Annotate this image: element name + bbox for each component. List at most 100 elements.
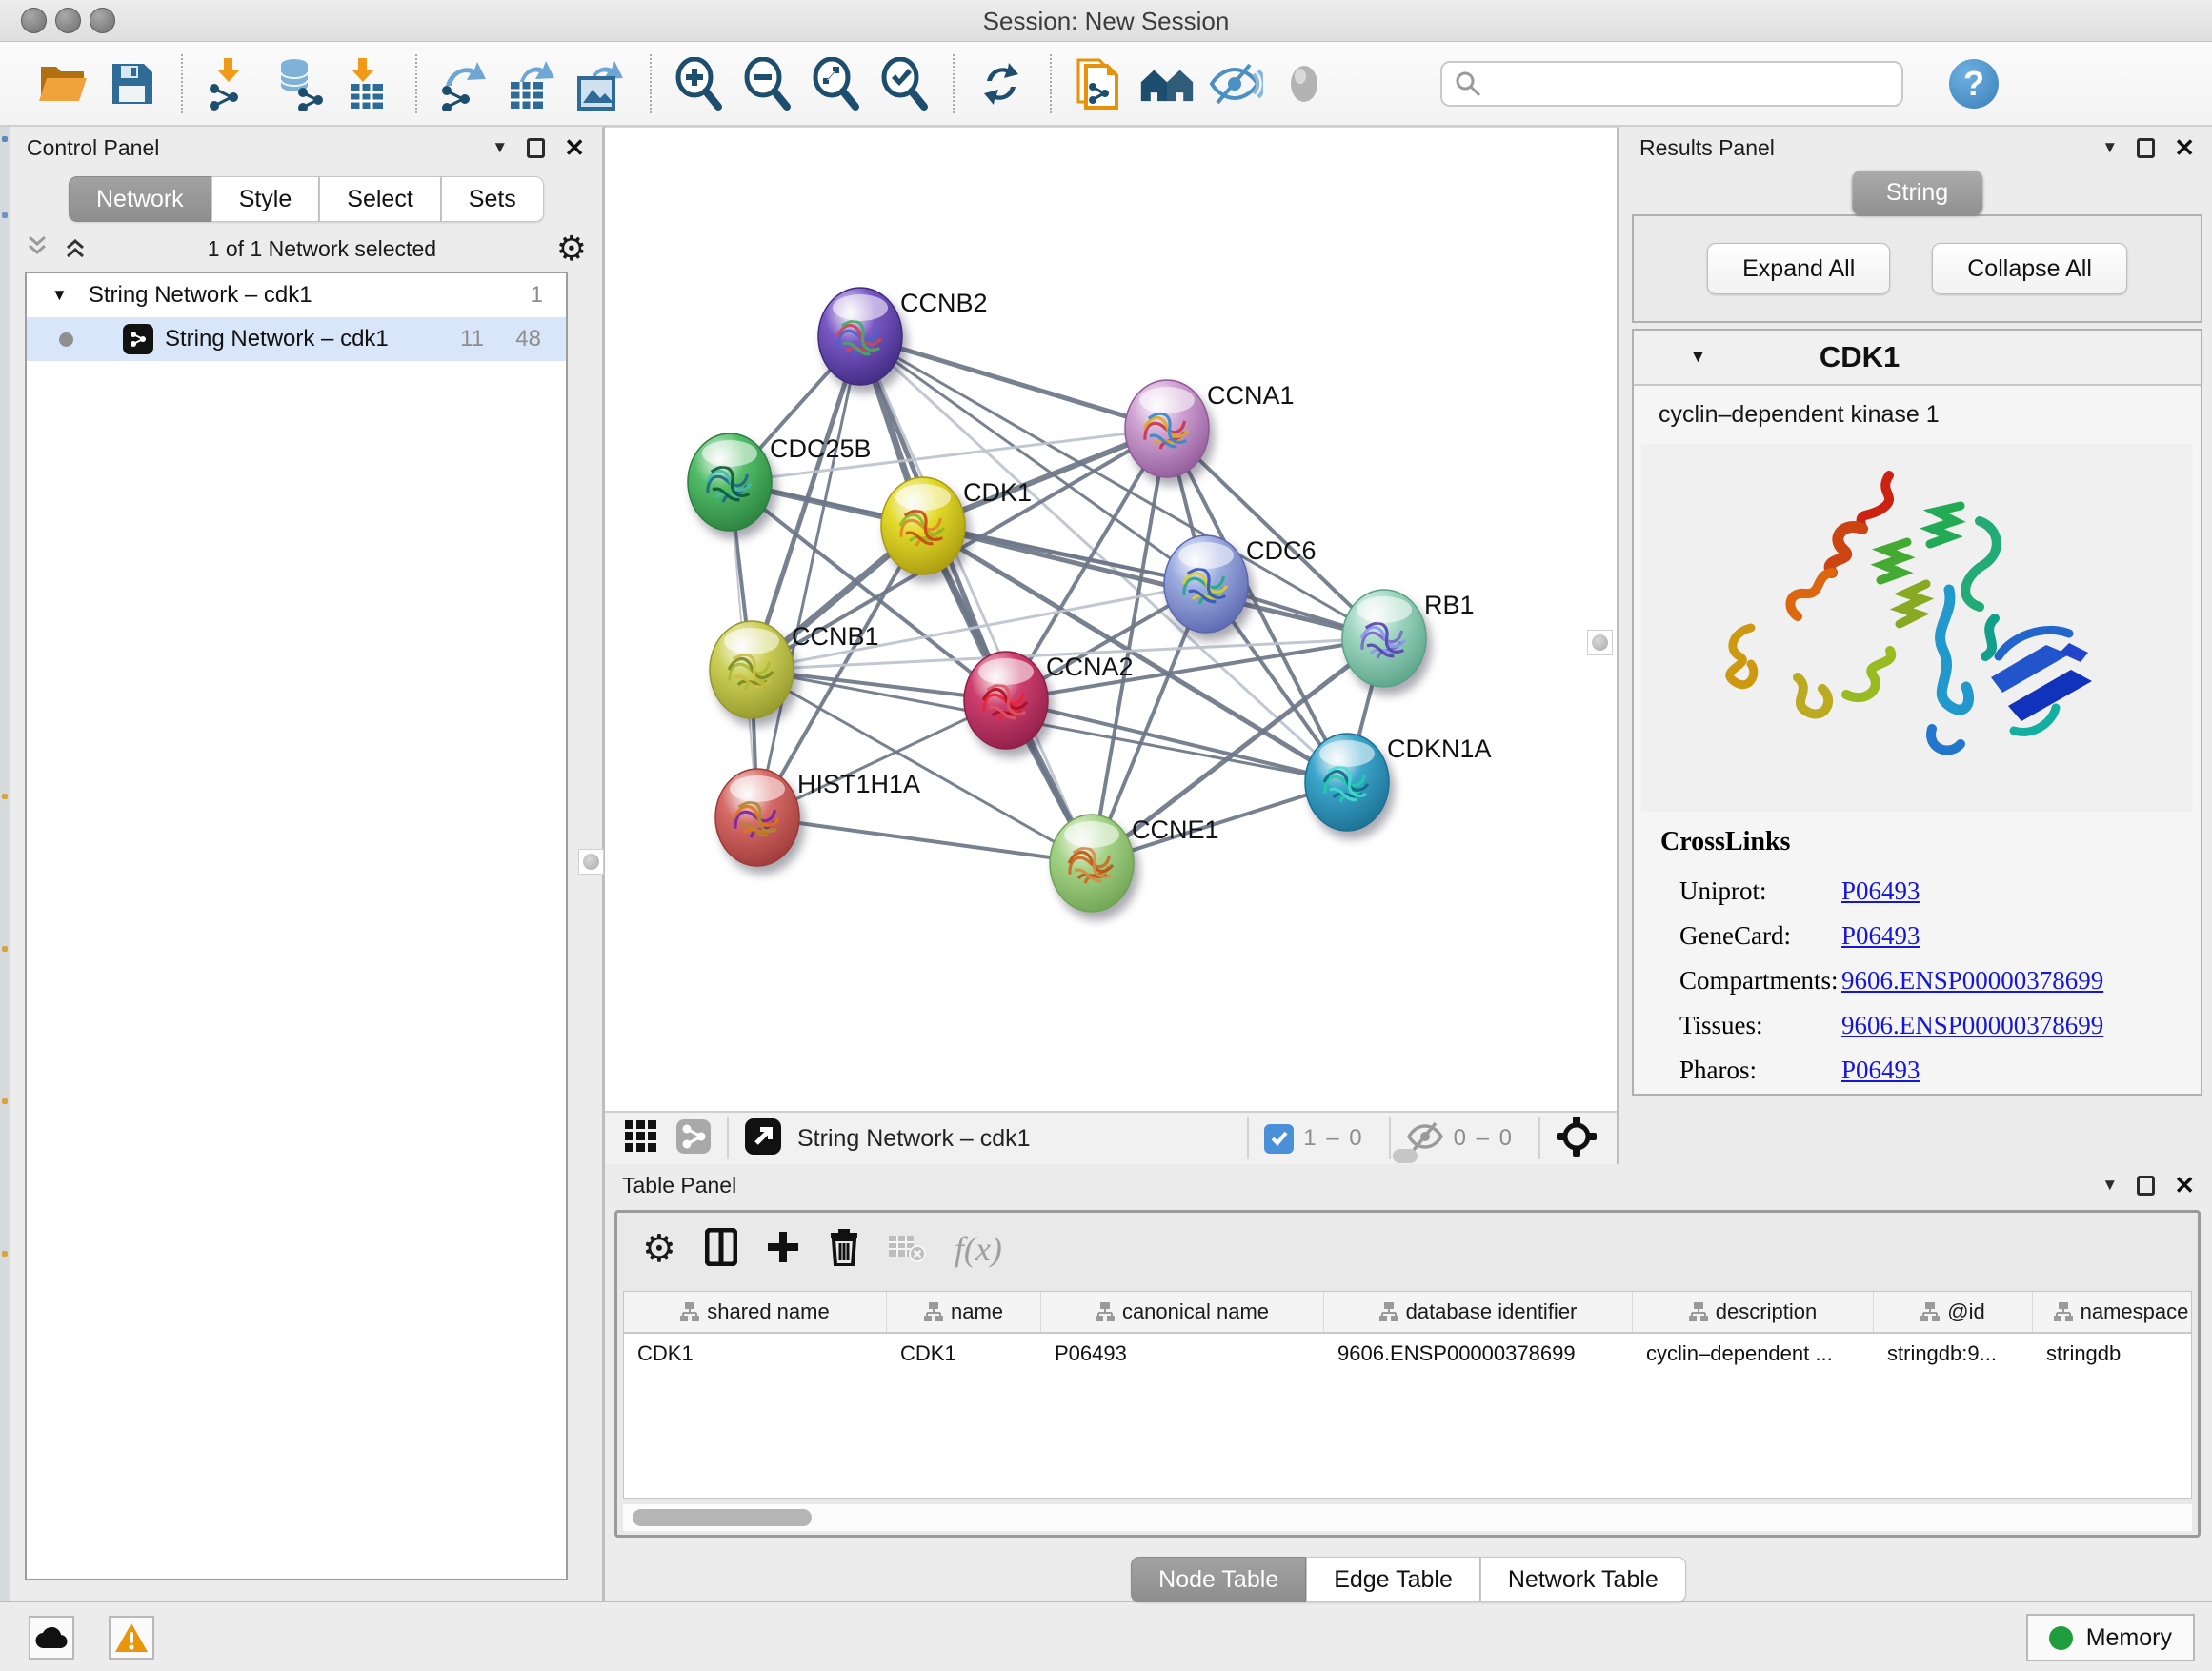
import-network-database-icon[interactable] xyxy=(271,56,326,111)
horizontal-splitter-handle[interactable] xyxy=(1393,1149,1418,1163)
column-header-shared-name[interactable]: shared name xyxy=(624,1292,887,1332)
export-image-icon[interactable] xyxy=(573,56,629,111)
export-table-icon[interactable] xyxy=(505,56,560,111)
gene-header-row[interactable]: ▼ CDK1 xyxy=(1634,331,2201,386)
column-header--id[interactable]: @id xyxy=(1874,1292,2033,1332)
warnings-button[interactable] xyxy=(109,1616,154,1660)
zoom-out-icon[interactable] xyxy=(739,56,794,111)
tab-edge-table[interactable]: Edge Table xyxy=(1306,1557,1480,1602)
import-table-icon[interactable] xyxy=(339,56,394,111)
expand-all-button[interactable]: Expand All xyxy=(1707,243,1890,294)
tab-network[interactable]: Network xyxy=(69,176,211,222)
scrollbar-thumb[interactable] xyxy=(633,1509,812,1526)
open-session-icon[interactable] xyxy=(36,56,91,111)
tab-network-table[interactable]: Network Table xyxy=(1480,1557,1686,1602)
network-view-mode-icon[interactable] xyxy=(675,1118,712,1159)
crosslink-compartments-link[interactable]: 9606.ENSP00000378699 xyxy=(1841,966,2103,996)
network-row[interactable]: String Network – cdk1 11 48 xyxy=(27,317,566,361)
column-header-name[interactable]: name xyxy=(887,1292,1041,1332)
right-splitter-handle[interactable] xyxy=(1587,630,1613,655)
node-table[interactable]: shared namenamecanonical namedatabase id… xyxy=(623,1291,2192,1499)
delete-column-icon[interactable] xyxy=(829,1228,859,1271)
table-cell[interactable]: stringdb:9... xyxy=(1874,1334,2033,1374)
table-cell[interactable]: CDK1 xyxy=(887,1334,1041,1374)
import-network-icon[interactable] xyxy=(202,56,257,111)
network-edge-count: 48 xyxy=(515,326,541,352)
maximize-panel-icon[interactable] xyxy=(2137,1176,2155,1196)
edge-CCNB2-HIST1H1A[interactable] xyxy=(757,336,860,817)
node-CCNB1[interactable] xyxy=(710,621,794,718)
column-header-namespace[interactable]: namespace xyxy=(2033,1292,2192,1332)
edge-HIST1H1A-CCNE1[interactable] xyxy=(757,817,1092,863)
table-options-gear-icon[interactable]: ⚙ xyxy=(642,1230,676,1268)
table-row[interactable]: CDK1CDK1P064939606.ENSP00000378699cyclin… xyxy=(624,1334,2191,1374)
node-CDKN1A[interactable] xyxy=(1305,734,1389,831)
node-CDK1[interactable] xyxy=(881,477,965,574)
table-horizontal-scrollbar[interactable] xyxy=(623,1504,2192,1531)
network-options-gear-icon[interactable]: ⚙ xyxy=(556,232,587,266)
refresh-view-icon[interactable] xyxy=(974,56,1029,111)
share-document-icon[interactable] xyxy=(1071,56,1126,111)
zoom-fit-icon[interactable] xyxy=(808,56,863,111)
column-header-database-identifier[interactable]: database identifier xyxy=(1324,1292,1633,1332)
node-RB1[interactable] xyxy=(1342,590,1426,687)
table-cell[interactable]: stringdb xyxy=(2033,1334,2192,1374)
collapse-all-networks-icon[interactable] xyxy=(25,234,50,264)
table-cell[interactable]: CDK1 xyxy=(624,1334,887,1374)
selected-elements-checkbox[interactable] xyxy=(1264,1124,1294,1154)
birds-eye-view-icon[interactable] xyxy=(1556,1116,1598,1162)
column-header-description[interactable]: description xyxy=(1633,1292,1874,1332)
node-CDC25B[interactable] xyxy=(688,433,772,531)
tab-style[interactable]: Style xyxy=(211,176,320,222)
detach-view-icon[interactable] xyxy=(744,1117,782,1160)
cloud-status-button[interactable] xyxy=(29,1616,74,1660)
edge-CCNB2-CCNA1[interactable] xyxy=(860,336,1167,429)
maximize-panel-icon[interactable] xyxy=(2137,138,2155,158)
tab-node-table[interactable]: Node Table xyxy=(1131,1557,1306,1602)
add-column-icon[interactable] xyxy=(766,1230,800,1269)
crosslink-genecard-link[interactable]: P06493 xyxy=(1841,921,1920,951)
gene-expander-icon[interactable]: ▼ xyxy=(1689,347,1707,368)
maximize-panel-icon[interactable] xyxy=(527,138,545,158)
node-CDC6[interactable] xyxy=(1164,535,1248,633)
tab-sets[interactable]: Sets xyxy=(441,176,544,222)
left-splitter-handle[interactable] xyxy=(578,849,604,875)
float-panel-icon[interactable]: ▼ xyxy=(2101,138,2118,157)
grid-view-icon[interactable] xyxy=(624,1119,658,1158)
expand-all-networks-icon[interactable] xyxy=(63,234,88,264)
save-session-icon[interactable] xyxy=(105,56,160,111)
help-button[interactable]: ? xyxy=(1949,59,1999,109)
close-panel-icon[interactable]: ✕ xyxy=(2174,135,2195,160)
node-CCNA2[interactable] xyxy=(964,652,1048,749)
collapse-all-button[interactable]: Collapse All xyxy=(1932,243,2127,294)
close-panel-icon[interactable]: ✕ xyxy=(564,135,585,160)
selected-count: 1 – 0 xyxy=(1303,1125,1363,1152)
node-HIST1H1A[interactable] xyxy=(715,769,799,866)
export-network-icon[interactable] xyxy=(436,56,492,111)
table-cell[interactable]: cyclin–dependent ... xyxy=(1633,1334,1874,1374)
collection-expander-icon[interactable]: ▼ xyxy=(51,286,68,305)
crosslink-uniprot-link[interactable]: P06493 xyxy=(1841,876,1920,906)
zoom-selected-icon[interactable] xyxy=(876,56,932,111)
node-CCNA1[interactable] xyxy=(1125,380,1209,477)
close-panel-icon[interactable]: ✕ xyxy=(2174,1173,2195,1198)
network-collection-row[interactable]: ▼ String Network – cdk1 1 xyxy=(27,273,566,317)
tab-string[interactable]: String xyxy=(1852,171,1982,215)
crosslink-tissues-link[interactable]: 9606.ENSP00000378699 xyxy=(1841,1011,2103,1040)
node-CCNB2[interactable] xyxy=(818,288,902,385)
hide-graphics-details-icon[interactable] xyxy=(1208,56,1263,111)
float-panel-icon[interactable]: ▼ xyxy=(2101,1176,2118,1195)
node-CCNE1[interactable] xyxy=(1050,815,1134,912)
home-icon[interactable] xyxy=(1139,56,1195,111)
memory-button[interactable]: Memory xyxy=(2026,1614,2195,1661)
table-cell[interactable]: P06493 xyxy=(1041,1334,1324,1374)
table-cell[interactable]: 9606.ENSP00000378699 xyxy=(1324,1334,1633,1374)
zoom-in-icon[interactable] xyxy=(671,56,726,111)
network-canvas[interactable]: CCNB2CCNA1CDC25BCDK1CDC6RB1CCNB1CCNA2CDK… xyxy=(605,128,1617,1112)
float-panel-icon[interactable]: ▼ xyxy=(492,138,508,157)
tab-select[interactable]: Select xyxy=(319,176,440,222)
crosslink-pharos-link[interactable]: P06493 xyxy=(1841,1056,1920,1085)
show-columns-icon[interactable] xyxy=(705,1228,737,1271)
column-header-canonical-name[interactable]: canonical name xyxy=(1041,1292,1324,1332)
search-input[interactable] xyxy=(1440,61,1903,107)
